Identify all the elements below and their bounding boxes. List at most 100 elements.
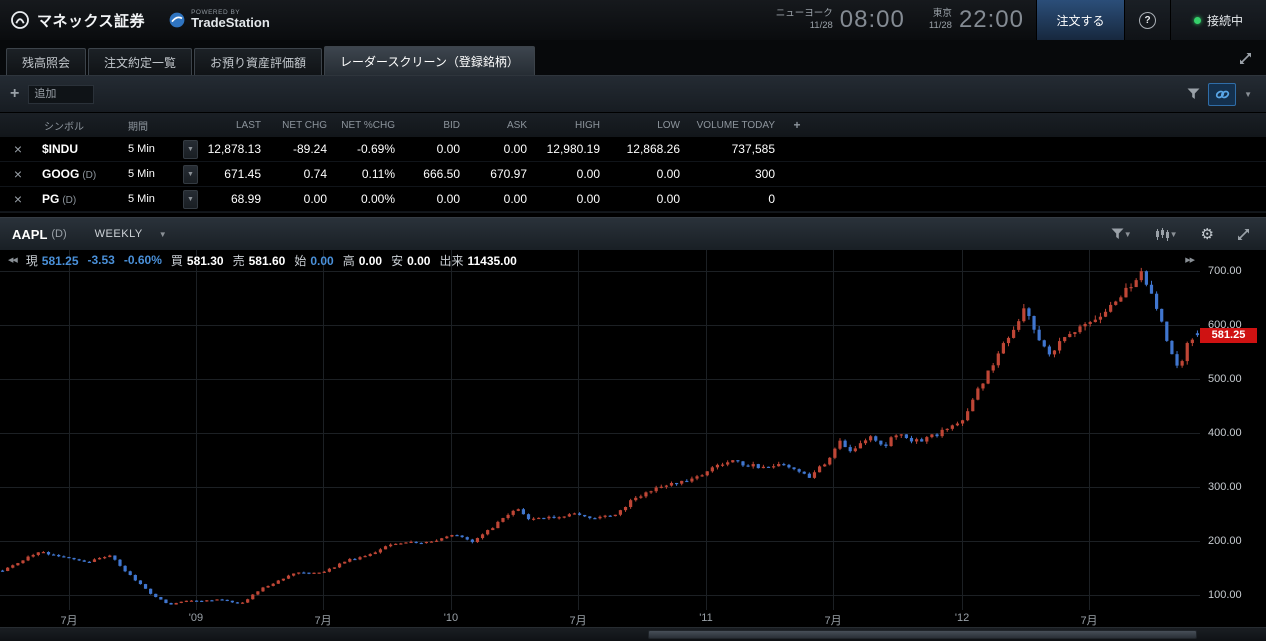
clock-date: 11/28 <box>776 20 833 32</box>
period-cell[interactable]: 5 Min▼ <box>120 165 200 184</box>
x-axis-label: 7月 <box>314 612 331 628</box>
col-bid[interactable]: BID <box>400 120 465 131</box>
chart-symbol-suffix: (D) <box>51 228 66 240</box>
add-symbol-icon[interactable]: + <box>10 85 19 103</box>
connection-status[interactable]: 接続中 <box>1170 0 1266 40</box>
remove-row-button[interactable]: × <box>14 166 22 182</box>
chart-symbol[interactable]: AAPL <box>12 227 47 242</box>
tab-assets[interactable]: お預り資産評価額 <box>194 48 322 75</box>
help-button[interactable]: ? <box>1124 0 1170 40</box>
tradestation-logo: POWERED BY TradeStation <box>159 0 280 40</box>
remove-row-button[interactable]: × <box>14 191 22 207</box>
period-cell[interactable]: 5 Min ▼ <box>120 140 200 159</box>
symbol-cell[interactable]: PG(D) <box>36 192 120 206</box>
watchlist-row[interactable]: ×$INDU5 Min▼12,878.13-89.24-0.69%0.000.0… <box>0 137 1266 162</box>
period-cell[interactable]: 5 Min ▼ <box>120 190 200 209</box>
x-axis-label: '09 <box>189 612 203 624</box>
high-cell: 0.00 <box>532 167 605 181</box>
chart-plot-area[interactable]: ◀◀ 現581.25-3.53-0.60%買581.30売581.60始0.00… <box>0 250 1200 627</box>
col-ask[interactable]: ASK <box>465 120 532 131</box>
quote-value: -3.53 <box>88 253 115 267</box>
x-axis: 7月'097月'107月'117月'127月 <box>0 610 1200 627</box>
last-cell: 671.45 <box>200 167 266 181</box>
y-axis[interactable]: 700.00600.00500.00400.00300.00200.00100.… <box>1200 250 1266 627</box>
chart-scrollbar[interactable] <box>0 627 1266 641</box>
clock-time: 22:00 <box>959 6 1024 34</box>
chevron-down-icon: ▼ <box>1124 230 1132 239</box>
place-order-button[interactable]: 注文する <box>1036 0 1124 40</box>
col-net-pct-chg[interactable]: NET %CHG <box>332 120 400 131</box>
symbol-suffix: (D) <box>62 195 76 206</box>
filter-button[interactable] <box>1183 85 1204 103</box>
col-symbol[interactable]: シンボル <box>36 118 120 133</box>
y-axis-tick: 200.00 <box>1208 535 1242 547</box>
col-high[interactable]: HIGH <box>532 120 605 131</box>
ask-cell: 0.00 <box>465 142 532 156</box>
col-low[interactable]: LOW <box>605 120 685 131</box>
bid-cell: 666.50 <box>400 167 465 181</box>
period-value: 5 Min <box>128 193 155 205</box>
quote-value: 581.30 <box>187 254 224 268</box>
brand-name: マネックス証券 <box>37 10 145 31</box>
quote-value: 0.00 <box>359 254 382 268</box>
col-period[interactable]: 期間 <box>120 118 200 133</box>
chart-style-button[interactable]: ▼ <box>1151 225 1182 244</box>
quote-item: -3.53 <box>88 253 115 267</box>
last-cell: 12,878.13 <box>200 142 266 156</box>
symbol-cell[interactable]: $INDU <box>36 142 120 156</box>
tab-radar-screen[interactable]: レーダースクリーン（登録銘柄） <box>324 46 535 75</box>
chart-filter-button[interactable]: ▼ <box>1107 225 1136 243</box>
quote-label: 出来 <box>439 252 463 269</box>
help-icon: ? <box>1139 12 1156 29</box>
tradestation-wordmark: TradeStation <box>191 16 270 30</box>
y-axis-tick: 100.00 <box>1208 589 1242 601</box>
chevron-down-icon: ▼ <box>1244 90 1252 99</box>
quote-label: 現 <box>26 252 38 269</box>
funnel-icon <box>1111 228 1124 240</box>
quote-label: 始 <box>294 252 306 269</box>
link-options-button[interactable]: ▼ <box>1240 87 1256 102</box>
period-dropdown-button[interactable]: ▼ <box>183 190 198 209</box>
symbol-suffix: (D) <box>82 170 96 181</box>
volume-cell: 0 <box>685 192 780 206</box>
col-volume-today[interactable]: VOLUME TODAY <box>685 120 780 131</box>
chart-interval-select[interactable]: WEEKLY ▼ <box>95 228 167 240</box>
col-last[interactable]: LAST <box>200 120 266 131</box>
period-dropdown-button[interactable]: ▼ <box>183 140 198 159</box>
connected-dot-icon <box>1194 17 1201 24</box>
y-axis-tick: 700.00 <box>1208 265 1242 277</box>
tab-balance[interactable]: 残高照会 <box>6 48 86 75</box>
tab-orders[interactable]: 注文約定一覧 <box>88 48 192 75</box>
x-axis-label: 7月 <box>569 612 586 628</box>
watchlist-row[interactable]: ×PG(D)5 Min▼68.990.000.00%0.000.000.000.… <box>0 187 1266 212</box>
x-axis-label: '12 <box>955 612 969 624</box>
chart-interval-label: WEEKLY <box>95 228 143 240</box>
main-tab-bar: 残高照会 注文約定一覧 お預り資産評価額 レーダースクリーン（登録銘柄） <box>0 40 1266 75</box>
quote-label: 売 <box>233 252 245 269</box>
chart-settings-button[interactable]: ⚙ <box>1197 224 1218 245</box>
low-cell: 0.00 <box>605 192 685 206</box>
add-column-button[interactable]: + <box>780 118 814 132</box>
quote-item: 始0.00 <box>294 252 333 269</box>
remove-row-button[interactable]: × <box>14 141 22 157</box>
net-pct-cell: -0.69% <box>332 142 400 156</box>
low-cell: 12,868.26 <box>605 142 685 156</box>
x-axis-label: 7月 <box>824 612 841 628</box>
quote-label: 安 <box>391 252 403 269</box>
chart-expand-button[interactable] <box>1233 225 1254 244</box>
undock-tab-button[interactable] <box>1235 49 1256 68</box>
col-net-chg[interactable]: NET CHG <box>266 120 332 131</box>
quote-prev-icon[interactable]: ◀◀ <box>8 256 17 264</box>
link-symbol-button[interactable] <box>1208 83 1236 106</box>
chevron-down-icon: ▼ <box>1170 230 1178 239</box>
period-value: 5 Min <box>128 143 155 155</box>
symbol-name: $INDU <box>42 142 78 156</box>
scrollbar-thumb[interactable] <box>648 630 1197 639</box>
watchlist-row[interactable]: ×GOOG(D)5 Min▼671.450.740.11%666.50670.9… <box>0 162 1266 187</box>
symbol-cell[interactable]: GOOG(D) <box>36 167 120 181</box>
price-chart[interactable] <box>0 250 1200 627</box>
quote-value: 11435.00 <box>467 254 516 268</box>
add-symbol-input[interactable] <box>28 85 94 104</box>
period-dropdown-button[interactable]: ▼ <box>183 165 198 184</box>
quote-item: 現581.25 <box>26 252 79 269</box>
